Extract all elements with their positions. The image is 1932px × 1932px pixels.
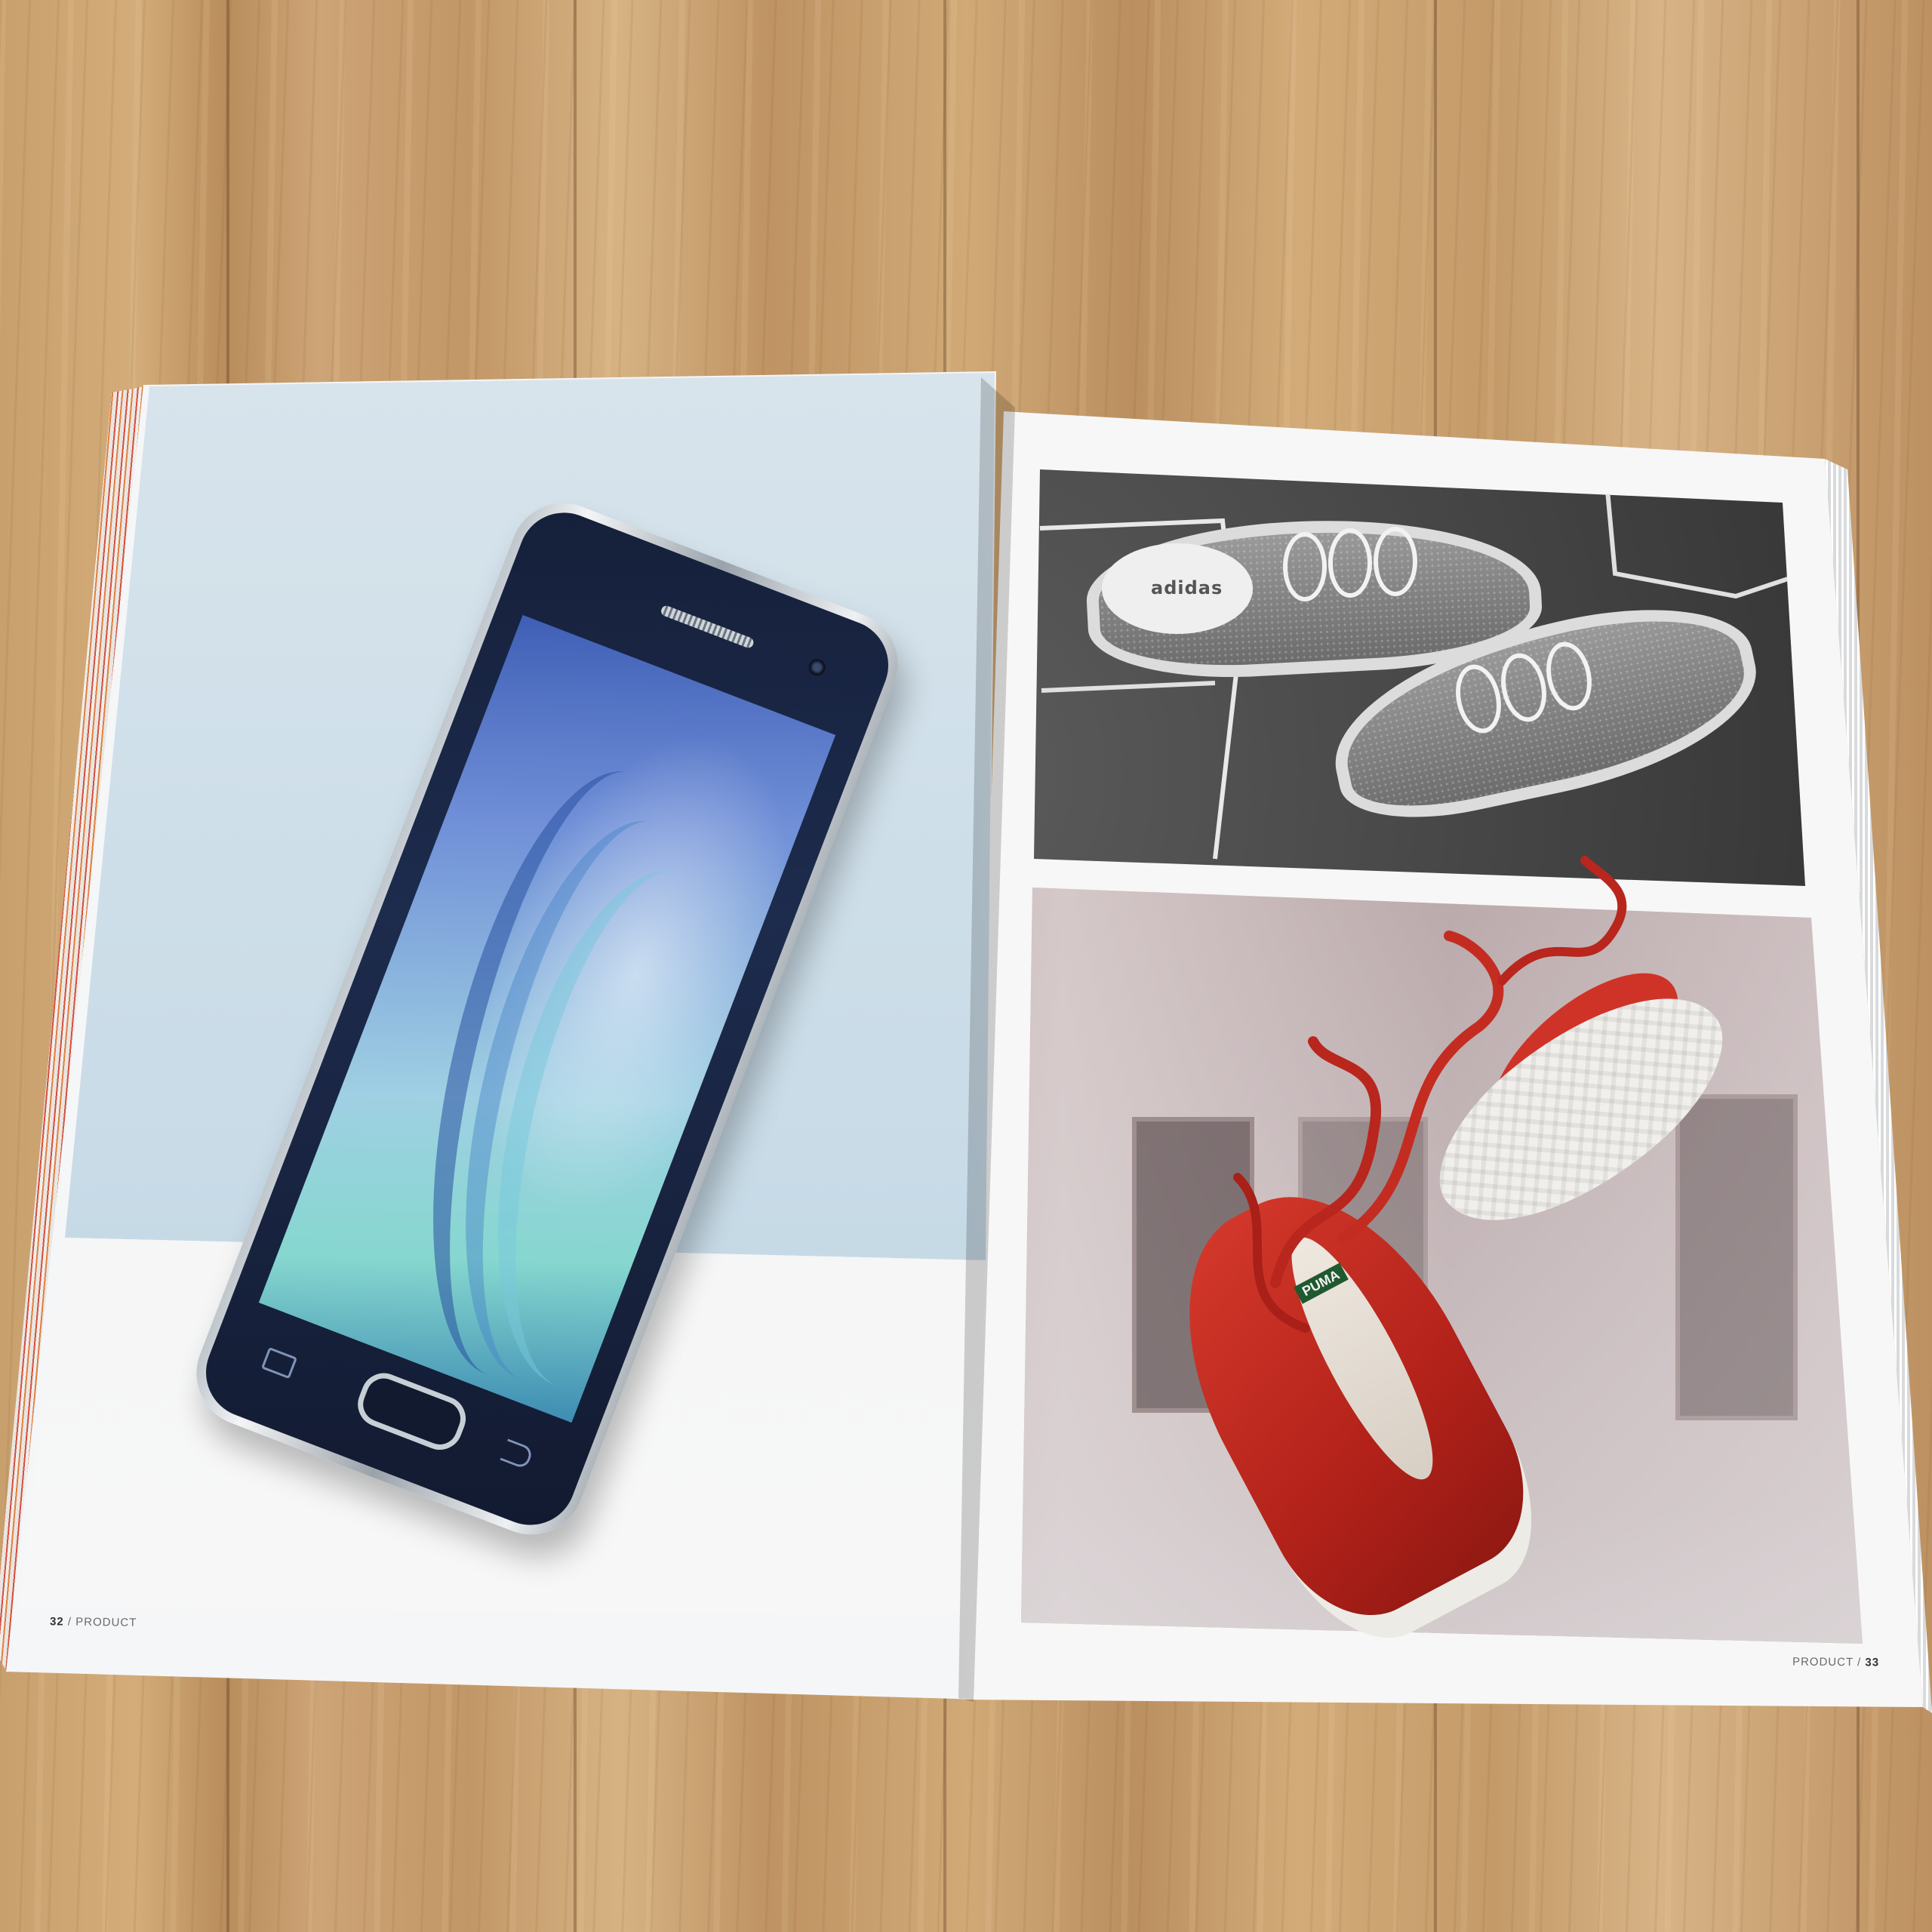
left-page-number: 32 [49, 1615, 64, 1629]
footer-separator: / [67, 1615, 72, 1629]
footer-separator: / [1857, 1656, 1862, 1669]
right-page-section: PRODUCT [1792, 1655, 1854, 1669]
right-page-footer: PRODUCT / 33 [1792, 1655, 1879, 1669]
open-magazine: adidas PUMA 32 / PRODUCT PRODUCT / 33 [0, 0, 1932, 1932]
left-page-footer: 32 / PRODUCT [50, 1615, 137, 1629]
right-page-number: 33 [1865, 1656, 1880, 1669]
left-page-section: PRODUCT [75, 1615, 137, 1629]
